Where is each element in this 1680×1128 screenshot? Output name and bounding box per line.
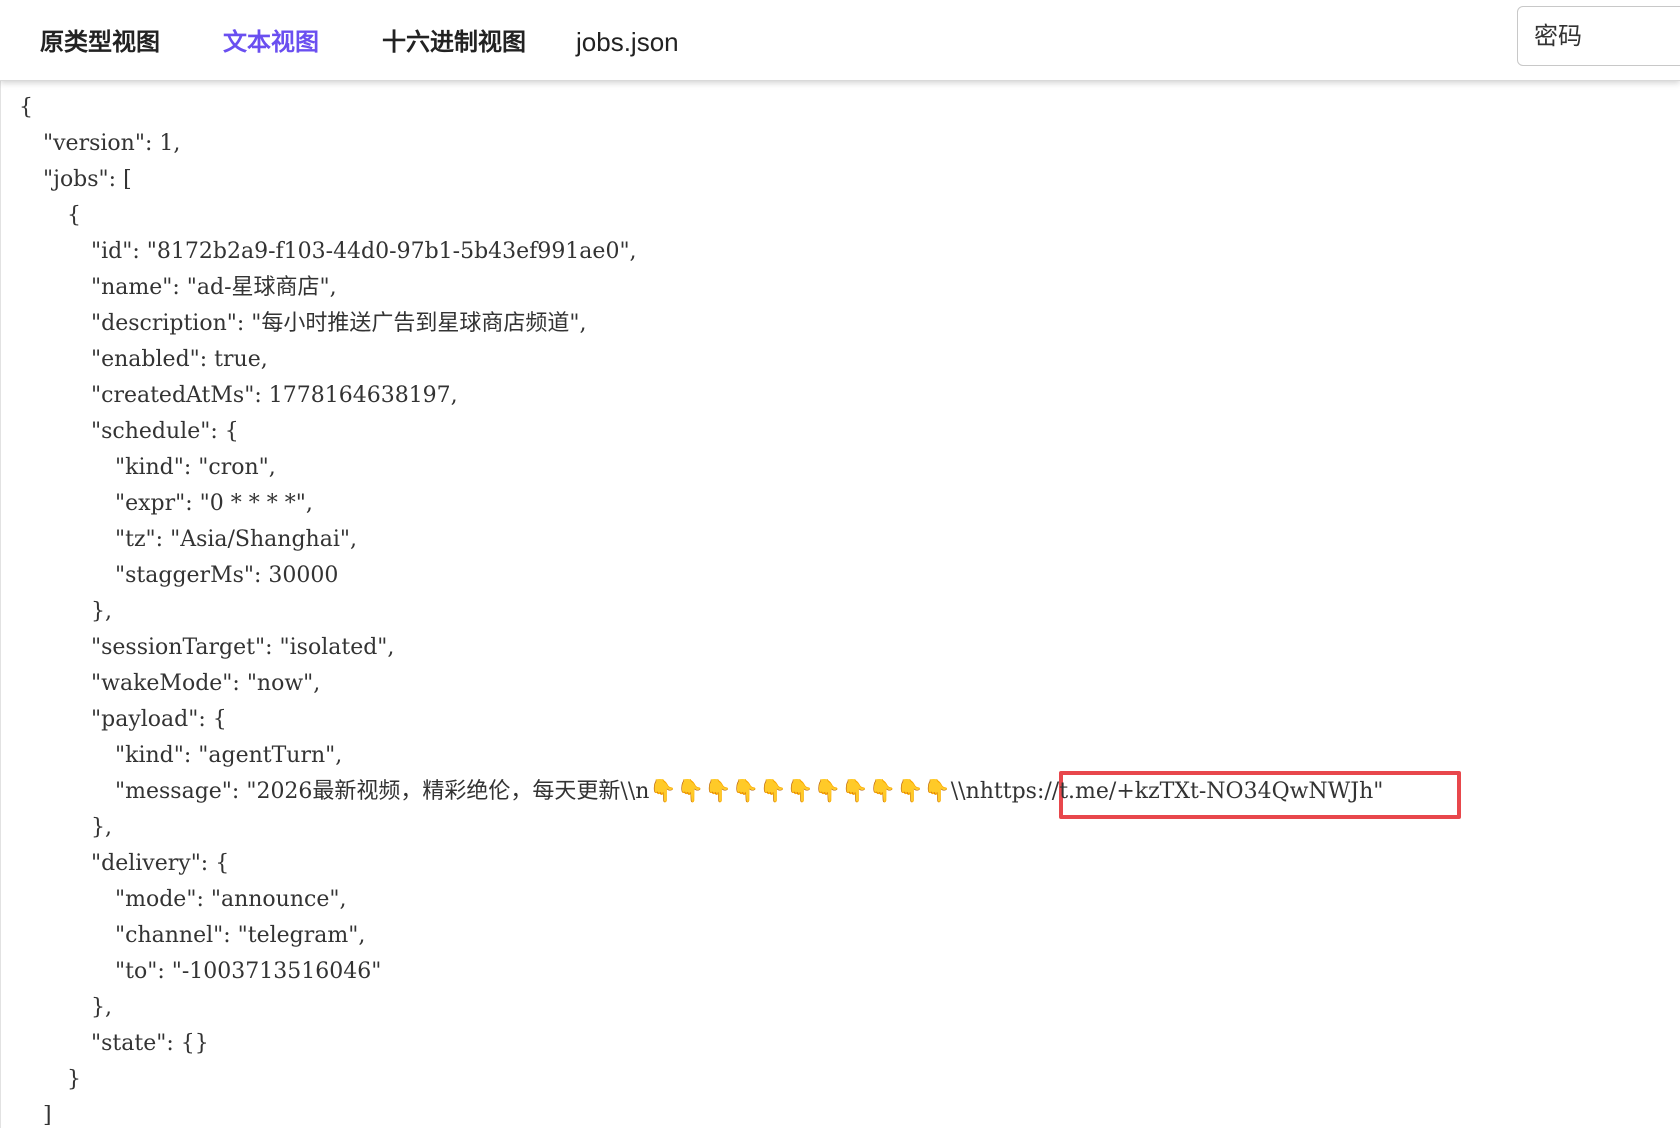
code-line: }	[67, 1067, 81, 1092]
tab-hex-view[interactable]: 十六进制视图	[382, 20, 526, 64]
code-line: },	[91, 599, 112, 624]
code-line: "id": "8172b2a9-f103-44d0-97b1-5b43ef991…	[91, 239, 637, 264]
code-line: "version": 1,	[43, 131, 181, 156]
code-line: "message": "2026最新视频，精彩绝伦，每天更新\\n👇👇👇👇👇👇👇…	[115, 779, 1384, 804]
code-line: "delivery": {	[91, 851, 230, 876]
code-line: "to": "-1003713516046"	[115, 959, 382, 984]
code-line: {	[19, 95, 33, 120]
code-line: "kind": "agentTurn",	[115, 743, 343, 768]
file-name-label: jobs.json	[576, 27, 679, 57]
code-line: "description": "每小时推送广告到星球商店频道",	[91, 311, 587, 336]
code-line: "state": {}	[91, 1031, 209, 1056]
code-line: "tz": "Asia/Shanghai",	[115, 527, 357, 552]
code-line: },	[91, 995, 112, 1020]
code-line: "mode": "announce",	[115, 887, 347, 912]
tab-text-view[interactable]: 文本视图	[223, 20, 319, 64]
code-line: "sessionTarget": "isolated",	[91, 635, 395, 660]
code-line: "channel": "telegram",	[115, 923, 366, 948]
json-text-editor[interactable]: { "version": 1, "jobs": [ { "id": "8172b2a9-…	[0, 80, 1680, 1128]
code-line: "kind": "cron",	[115, 455, 276, 480]
code-line: "expr": "0 * * * *",	[115, 491, 313, 516]
tab-raw-type-view[interactable]: 原类型视图	[40, 20, 160, 64]
code-line: "name": "ad-星球商店",	[91, 275, 337, 300]
code-line: "wakeMode": "now",	[91, 671, 321, 696]
code-line: "staggerMs": 30000	[115, 563, 339, 588]
code-line: "payload": {	[91, 707, 227, 732]
code-line: "jobs": [	[43, 167, 132, 192]
code-line: "enabled": true,	[91, 347, 268, 372]
code-line: "createdAtMs": 1778164638197,	[91, 383, 458, 408]
code-line: ]	[43, 1103, 52, 1128]
code-line: },	[91, 815, 112, 840]
code-line: "schedule": {	[91, 419, 239, 444]
password-input[interactable]	[1517, 6, 1680, 66]
code-line: {	[67, 203, 81, 228]
top-toolbar: 原类型视图 文本视图 十六进制视图 jobs.json	[0, 0, 1680, 81]
